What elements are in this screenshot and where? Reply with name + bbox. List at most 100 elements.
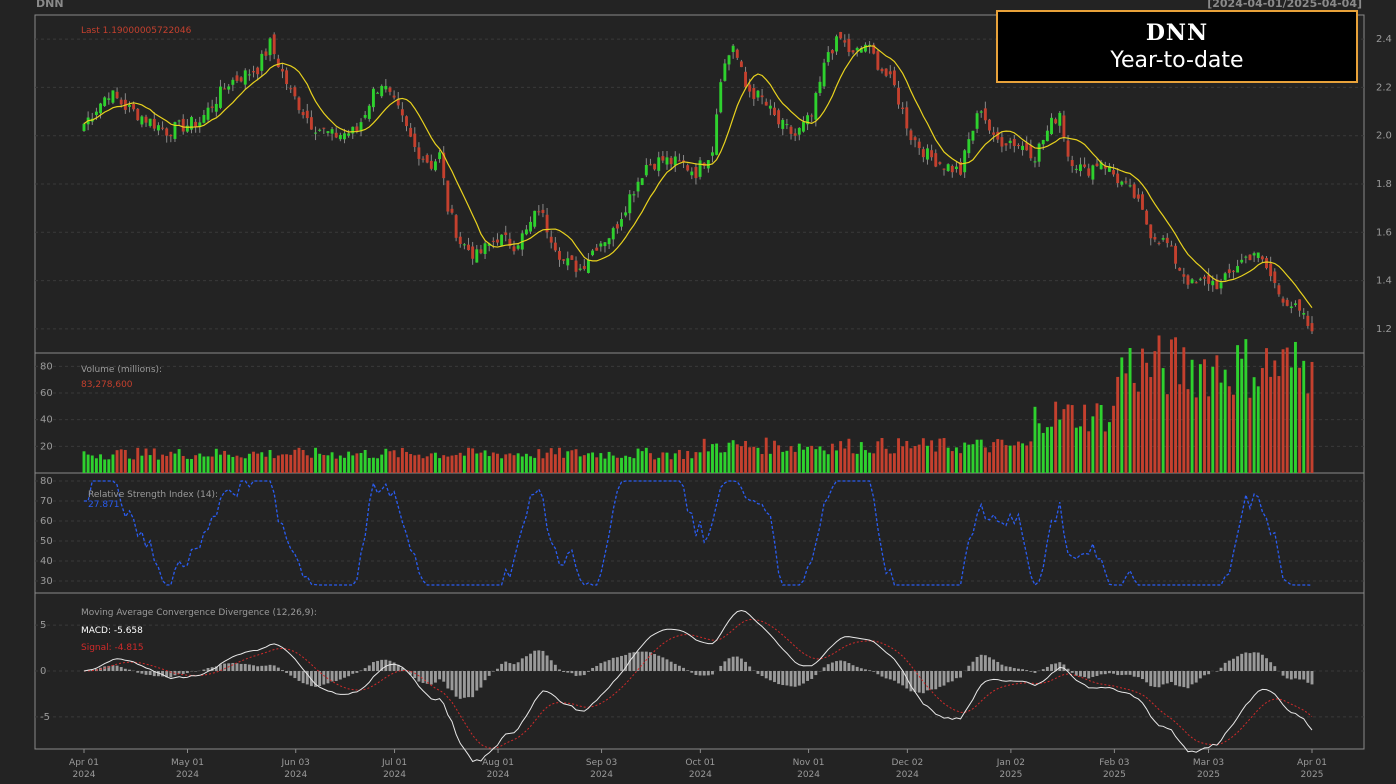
candle-body [471,246,475,259]
candle-body [1016,145,1020,147]
candle-body [975,113,979,129]
macd-histogram-bar [1095,671,1099,676]
macd-histogram-bar [268,664,272,671]
candle-body [347,133,351,136]
volume-bar [644,447,648,473]
volume-bar [421,458,425,473]
candle-body [1058,112,1062,126]
volume-bar [90,455,94,473]
macd-histogram-bar [1033,671,1037,673]
price-tick-label: 1.6 [1376,227,1392,238]
candle-body [380,85,384,97]
macd-histogram-bar [682,667,685,671]
candle-body [1269,263,1273,277]
volume-bar [1050,426,1053,473]
macd-histogram-bar [1265,658,1268,671]
volume-bar [669,459,673,473]
title-ticker: DNN [1145,20,1209,46]
macd-histogram-bar [665,659,669,671]
macd-histogram-bar [826,664,830,671]
candle-body [177,120,181,122]
volume-bar [152,448,156,473]
x-tick-year: 2025 [1103,770,1126,780]
moving-average-line [83,45,1313,309]
macd-histogram-bar [1252,652,1256,671]
macd-histogram-bar [1004,666,1008,671]
candle-body [1004,143,1008,146]
macd-histogram-bar [1186,671,1190,689]
volume-bar [181,455,185,473]
volume-bar [620,457,623,473]
volume-bar [921,438,925,473]
candle-body [1281,298,1285,303]
volume-bar [1070,405,1074,473]
macd-histogram-bar [1124,671,1128,675]
x-tick-month: Oct 01 [685,758,715,768]
candle-body [119,99,123,105]
volume-bar [107,459,111,473]
macd-histogram-bar [586,671,590,672]
volume-bar [1112,405,1115,473]
macd-histogram-bar [1008,666,1012,671]
macd-tick-label: 5 [40,620,46,631]
macd-histogram-bar [706,671,710,676]
volume-bar [429,453,433,473]
candle-body [388,87,392,92]
macd-histogram-bar [434,671,437,683]
macd-histogram-bar [1203,671,1206,676]
candle-body [161,127,165,129]
volume-bar [405,451,408,473]
macd-histogram-bar [913,671,917,692]
macd-histogram-bar [256,666,260,671]
volume-bar [777,445,781,473]
candle-body [1029,145,1033,159]
volume-bar [413,455,417,473]
candle-body [1219,282,1223,289]
candle-body [227,86,231,90]
macd-histogram-bar [1128,671,1132,675]
volume-bar [1107,422,1111,473]
volume-bar [760,454,764,473]
volume-bar [202,456,206,473]
rsi-tick-label: 80 [40,476,53,487]
candle-body [165,128,169,136]
candle-body [1182,274,1186,277]
macd-histogram-bar [1145,671,1149,683]
macd-histogram-bar [504,661,508,671]
macd-histogram-bar [698,671,702,676]
macd-histogram-bar [1194,671,1198,683]
macd-histogram-bar [252,665,255,671]
candle-body [1273,271,1277,283]
macd-histogram-bar [512,664,516,671]
volume-bar [293,449,297,473]
macd-tick-label: -5 [40,712,50,723]
candle-body [1095,163,1099,167]
candle-body [376,92,380,94]
macd-histogram-bar [359,670,363,671]
candle-body [603,242,607,247]
volume-bar [409,454,413,473]
macd-histogram-bar [971,661,975,671]
volume-bar [595,457,599,473]
macd-histogram-bar [1260,654,1264,671]
volume-bar [864,450,867,473]
macd-histogram-bar [1070,671,1074,673]
macd-histogram-bar [293,671,297,679]
macd-histogram-bar [347,671,351,677]
volume-bar [1041,432,1045,473]
volume-bar [558,447,561,473]
candle-body [566,258,570,266]
candle-body [644,165,648,176]
volume-bar [355,453,359,473]
candle-body [516,245,520,249]
macd-histogram-bar [1285,671,1289,679]
rsi-tick-label: 60 [40,516,53,527]
macd-histogram-bar [562,671,566,673]
volume-bar [177,449,181,473]
volume-bar [314,447,317,473]
macd-histogram-bar [954,671,958,679]
macd-histogram-bar [859,668,863,671]
volume-bar [719,452,723,473]
macd-histogram-bar [496,668,499,671]
volume-bar [94,458,98,473]
